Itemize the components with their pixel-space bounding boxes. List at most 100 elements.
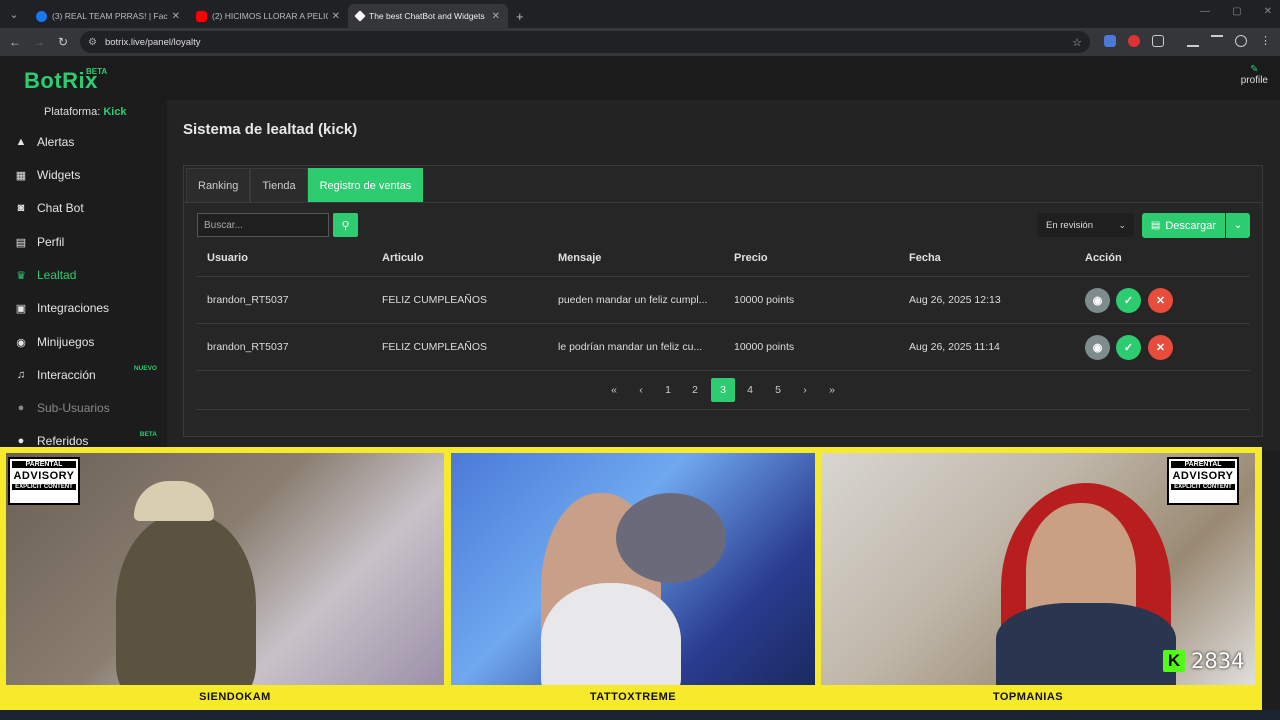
site-info-icon[interactable]: ⚙ [88,37,97,48]
column-header-usuario: Usuario [207,252,248,264]
address-bar[interactable]: ⚙ botrix.live/panel/loyalty ☆ [80,31,1090,53]
loyalty-panel: Ranking Tienda Registro de ventas ⚲ En r… [183,165,1263,437]
pagination-last-icon[interactable]: » [820,378,844,402]
pagination-page-current[interactable]: 3 [711,378,735,402]
kick-logo-icon: K [1163,650,1185,672]
tab-search-icon[interactable]: ⌄ [0,0,28,28]
check-icon: ✓ [1123,342,1134,354]
shirt [996,603,1176,685]
botrix-favicon-icon [354,10,366,22]
main-content: Sistema de lealtad (kick) Ranking Tienda… [167,100,1280,450]
pagination-prev-icon[interactable]: ‹ [629,378,653,402]
referrals-icon: ● [17,435,25,447]
sidebar-item-lealtad[interactable]: ♛ Lealtad [0,259,167,291]
streamer-name: TOPMANIAS [992,691,1064,703]
sidebar-item-widgets[interactable]: ▦ Widgets [0,159,167,191]
download-icon[interactable] [1187,35,1199,47]
search-input[interactable] [197,213,329,237]
close-icon: ✕ [1155,342,1166,354]
new-tab-icon[interactable]: + [508,4,532,28]
view-button[interactable]: ◉ [1085,288,1110,313]
streamer-name: SIENDOKAM [199,691,271,703]
new-badge: NUEVO [133,365,157,372]
close-window-icon[interactable]: ✕ [1264,6,1272,17]
reload-icon[interactable]: ↻ [51,35,75,49]
reject-button[interactable]: ✕ [1148,288,1173,313]
table-row: brandon_RT5037 FELIZ CUMPLEAÑOS pueden m… [196,276,1250,323]
media-control-icon[interactable] [1211,35,1223,47]
extensions-puzzle-icon[interactable] [1152,35,1164,47]
close-icon[interactable]: ✕ [332,11,340,22]
column-header-mensaje: Mensaje [558,252,602,264]
trophy-icon: ♛ [16,269,26,282]
browser-tab-botrix[interactable]: The best ChatBot and Widgets ✕ [348,4,508,28]
tab-registro-de-ventas[interactable]: Registro de ventas [307,168,424,202]
account-icon[interactable] [1235,35,1247,47]
pa-line1: PARENTAL [12,461,76,468]
kick-viewer-counter: K 2834 [1163,648,1244,674]
close-icon[interactable]: ✕ [492,11,500,22]
profile-button[interactable]: ✎ profile [1241,64,1268,86]
browser-tab-facebook[interactable]: (3) REAL TEAM PRRAS! | Facebo ✕ [28,4,188,28]
pa-line3: EXPLICIT CONTENT [1171,484,1235,490]
webcam-feed [451,453,815,685]
approve-button[interactable]: ✓ [1116,288,1141,313]
bookmark-star-icon[interactable]: ☆ [1072,36,1082,49]
sidebar-item-sub-usuarios[interactable]: ● Sub-Usuarios [0,392,167,424]
close-icon[interactable]: ✕ [172,11,180,22]
menu-kebab-icon[interactable]: ⋮ [1260,35,1272,47]
column-header-accion: Acción [1085,252,1122,264]
file-excel-icon: ▤ [1150,220,1161,231]
sidebar-item-integraciones[interactable]: ▣ Integraciones [0,292,167,324]
pencil-icon: ✎ [1250,64,1259,75]
sidebar-item-interaccion[interactable]: ♫ Interacción NUEVO [0,359,167,391]
platform-indicator: Plataforma: Kick [44,106,127,118]
stream-overlay: PARENTAL ADVISORY EXPLICIT CONTENT PAREN… [0,447,1262,710]
tab-ranking[interactable]: Ranking [186,168,251,202]
sidebar-item-perfil[interactable]: ▤ Perfil [0,226,167,258]
sidebar-item-label: Referidos [37,434,89,448]
download-button[interactable]: ▤ Descargar [1142,213,1225,238]
cell-articulo: FELIZ CUMPLEAÑOS [382,341,488,353]
sidebar-item-label: Lealtad [37,268,77,282]
tab-tienda[interactable]: Tienda [250,168,308,202]
status-filter-select[interactable]: En revisión ⌄ [1037,213,1134,237]
cell-precio: 10000 points [734,341,795,353]
cell-articulo: FELIZ CUMPLEAÑOS [382,294,488,306]
translate-extension-icon[interactable] [1104,35,1116,47]
column-header-articulo: Articulo [382,252,424,264]
forward-icon[interactable]: → [27,35,51,49]
reject-button[interactable]: ✕ [1148,335,1173,360]
browser-tab-youtube[interactable]: (2) HICIMOS LLORAR A PELICA ✕ [188,4,348,28]
approve-button[interactable]: ✓ [1116,335,1141,360]
search-button[interactable]: ⚲ [333,213,358,237]
extension-icon[interactable] [1128,35,1140,47]
pagination-next-icon[interactable]: › [793,378,817,402]
download-options-button[interactable]: ⌄ [1226,213,1250,238]
mascot-head [616,493,726,583]
parental-advisory-logo: PARENTAL ADVISORY EXPLICIT CONTENT [8,457,80,505]
search-icon: ⚲ [341,219,350,232]
cell-mensaje: pueden mandar un feliz cumpl... [558,294,708,306]
streamer-figure [116,513,256,685]
cap [134,481,214,521]
gamepad-icon: ◉ [16,336,26,349]
pagination-page[interactable]: 2 [683,378,707,402]
browser-tab-bar: ⌄ (3) REAL TEAM PRRAS! | Facebo ✕ (2) HI… [0,0,1280,28]
pagination-page[interactable]: 4 [738,378,762,402]
maximize-icon[interactable]: ▢ [1232,6,1241,17]
sidebar-item-alertas[interactable]: ▲ Alertas [0,126,167,158]
table-row: brandon_RT5037 FELIZ CUMPLEAÑOS le podrí… [196,323,1250,370]
sidebar-item-minijuegos[interactable]: ◉ Minijuegos [0,326,167,358]
pagination-page[interactable]: 5 [766,378,790,402]
minimize-icon[interactable]: — [1200,6,1210,17]
view-button[interactable]: ◉ [1085,335,1110,360]
streamer-name: TATTOXTREME [589,691,677,703]
pagination-page[interactable]: 1 [656,378,680,402]
sidebar-item-chat-bot[interactable]: ◙ Chat Bot [0,192,167,224]
sidebar-item-label: Chat Bot [37,201,84,215]
window-controls: — ▢ ✕ [1200,6,1272,17]
cell-precio: 10000 points [734,294,795,306]
back-icon[interactable]: ← [3,35,27,49]
pagination-first-icon[interactable]: « [602,378,626,402]
